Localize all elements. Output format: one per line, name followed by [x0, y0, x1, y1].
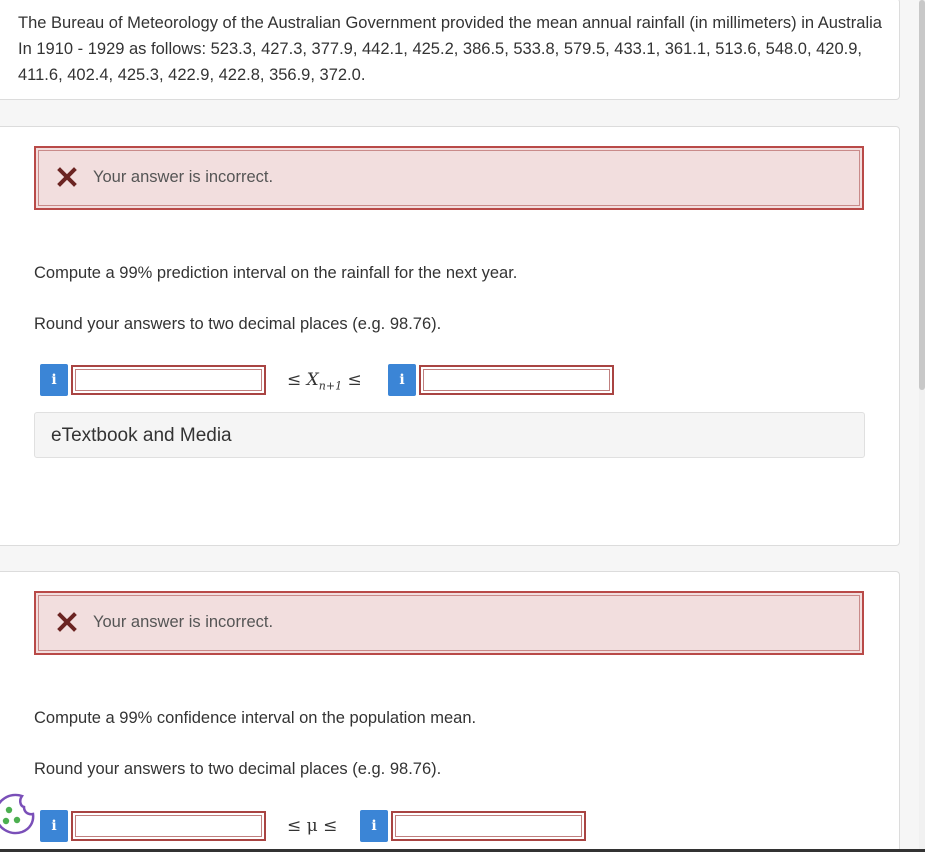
variable-subscript: n+1: [318, 379, 343, 393]
le-symbol: ≤: [287, 370, 302, 390]
question-prompt: Compute a 99% confidence interval on the…: [34, 709, 477, 727]
info-icon[interactable]: i: [40, 810, 68, 842]
feedback-text: Your answer is incorrect.: [93, 168, 274, 186]
question-prompt: Compute a 99% prediction interval on the…: [34, 264, 518, 282]
problem-statement-card: The Bureau of Meteorology of the Austral…: [0, 0, 900, 100]
question-1-card: Your answer is incorrect. Compute a 99% …: [0, 126, 900, 546]
mu-inequality: ≤ μ ≤: [287, 816, 338, 836]
info-icon[interactable]: i: [360, 810, 388, 842]
inequality-expression: ≤ Xn+1 ≤: [287, 370, 362, 392]
rounding-instruction: Round your answers to two decimal places…: [34, 760, 442, 778]
scrollbar[interactable]: [919, 0, 925, 852]
info-icon[interactable]: i: [388, 364, 416, 396]
x-mark-icon: [57, 612, 77, 632]
cookie-icon[interactable]: [0, 790, 36, 838]
etextbook-media-link[interactable]: eTextbook and Media: [34, 412, 865, 458]
le-symbol: ≤: [347, 370, 362, 390]
scrollbar-thumb[interactable]: [919, 0, 925, 390]
info-icon[interactable]: i: [40, 364, 68, 396]
etextbook-label: eTextbook and Media: [51, 425, 232, 446]
feedback-text: Your answer is incorrect.: [93, 613, 274, 631]
x-mark-icon: [57, 167, 77, 187]
upper-bound-input[interactable]: [419, 365, 614, 395]
incorrect-feedback-box: Your answer is incorrect.: [34, 591, 864, 655]
upper-bound-input[interactable]: [391, 811, 586, 841]
incorrect-feedback-box: Your answer is incorrect.: [34, 146, 864, 210]
variable-x: X: [306, 370, 319, 390]
page: The Bureau of Meteorology of the Austral…: [0, 0, 925, 852]
lower-bound-input[interactable]: [71, 811, 266, 841]
lower-bound-input[interactable]: [71, 365, 266, 395]
question-2-card: Your answer is incorrect. Compute a 99% …: [0, 571, 900, 852]
rounding-instruction: Round your answers to two decimal places…: [34, 315, 442, 333]
problem-statement: The Bureau of Meteorology of the Austral…: [18, 14, 882, 84]
